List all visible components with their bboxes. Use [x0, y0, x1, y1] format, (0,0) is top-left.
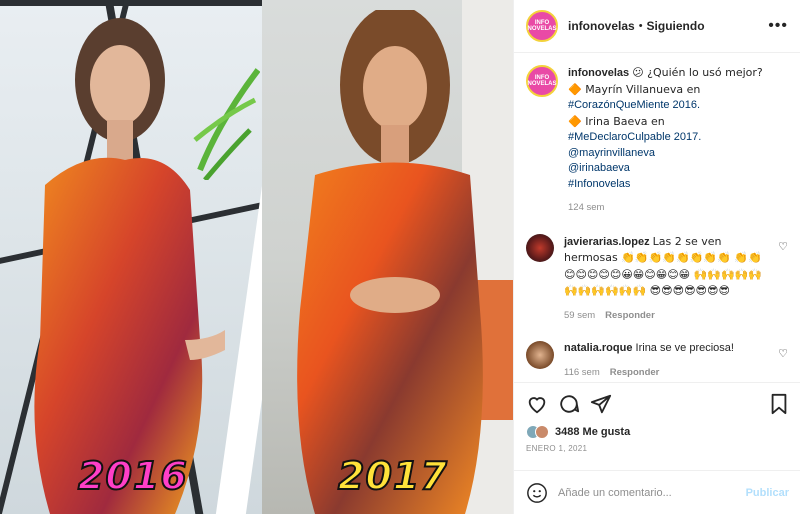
likes-row[interactable]: 3488 Me gusta — [526, 425, 789, 439]
caption-time: 124 sem — [568, 202, 605, 213]
hashtag-infonovelas[interactable]: #Infonovelas — [568, 178, 630, 190]
heart-icon[interactable] — [526, 393, 548, 415]
header-username[interactable]: infonovelas — [568, 19, 635, 33]
comment-item: javierarias.lopez Las 2 se ven hermosas … — [526, 233, 788, 324]
comment-item: natalia.roque Irina se ve preciosa! 116 … — [526, 341, 788, 380]
mention-mayrinvillaneva[interactable]: @mayrinvillaneva — [568, 147, 655, 159]
mention-irinabaeva[interactable]: @irinabaeva — [568, 162, 630, 174]
post-header: INFO NOVELAS infonovelas • Siguiendo ••• — [514, 0, 800, 53]
comment-time: 59 sem — [564, 309, 596, 321]
post-image[interactable]: 2016 2017 — [0, 0, 513, 514]
header-separator: • — [638, 20, 643, 32]
caption-avatar[interactable]: INFO NOVELAS — [526, 65, 558, 97]
comments-feed[interactable]: INFO NOVELAS infonovelas 😕 ¿Quién lo usó… — [514, 53, 800, 382]
caption: INFO NOVELAS infonovelas 😕 ¿Quién lo usó… — [526, 65, 788, 216]
image-panel-2016: 2016 — [0, 0, 262, 514]
caption-line-4: 🔶 Irina Baeva en — [568, 114, 665, 128]
comment-icon[interactable] — [558, 393, 580, 415]
likes-count[interactable]: 3488 Me gusta — [555, 426, 630, 438]
follow-status[interactable]: Siguiendo — [647, 19, 705, 33]
reply-button[interactable]: Responder — [605, 310, 655, 321]
caption-line-2: 🔶 Mayrín Villanueva en — [568, 82, 701, 96]
reply-button[interactable]: Responder — [610, 367, 660, 378]
caption-line-1: 😕 ¿Quién lo usó mejor? — [632, 66, 763, 79]
comment-input[interactable]: Añade un comentario... — [558, 487, 746, 499]
woman-2017-figure — [297, 10, 483, 514]
comment-like-icon[interactable]: ♡ — [778, 240, 788, 253]
woman-2016-figure — [34, 18, 225, 514]
hashtag-corazonquemiente[interactable]: #CorazónQueMiente 2016. — [568, 99, 700, 111]
post-sidebar: INFO NOVELAS infonovelas • Siguiendo •••… — [513, 0, 800, 514]
hashtag-medeclaroculpable[interactable]: #MeDeclaroCulpable 2017. — [568, 131, 701, 143]
account-avatar[interactable]: INFO NOVELAS — [526, 10, 558, 42]
year-label-2017: 2017 — [337, 453, 448, 499]
bookmark-icon[interactable] — [769, 393, 789, 415]
comment-like-icon[interactable]: ♡ — [778, 347, 788, 360]
share-icon[interactable] — [590, 393, 612, 415]
commenter-avatar[interactable] — [526, 341, 554, 369]
emoji-icon[interactable] — [526, 482, 548, 504]
add-comment-bar: Añade un comentario... Publicar — [514, 470, 800, 514]
more-horizontal-icon[interactable]: ••• — [768, 17, 788, 35]
year-label-2016: 2016 — [77, 453, 188, 499]
publish-button[interactable]: Publicar — [746, 487, 789, 499]
comment-username[interactable]: javierarias.lopez — [564, 236, 650, 248]
commenter-avatar[interactable] — [526, 233, 554, 262]
avatar-text: INFO NOVELAS — [527, 20, 557, 32]
caption-avatar-text: INFO NOVELAS — [527, 75, 557, 87]
post-actions: 3488 Me gusta ENERO 1, 2021 — [514, 382, 800, 453]
comment-username[interactable]: natalia.roque — [564, 342, 632, 354]
liker-avatar — [535, 425, 549, 439]
post-date: ENERO 1, 2021 — [526, 444, 588, 453]
comment-time: 116 sem — [564, 366, 600, 378]
comment-text: Irina se ve preciosa! — [635, 342, 734, 354]
caption-username[interactable]: infonovelas — [568, 67, 629, 79]
